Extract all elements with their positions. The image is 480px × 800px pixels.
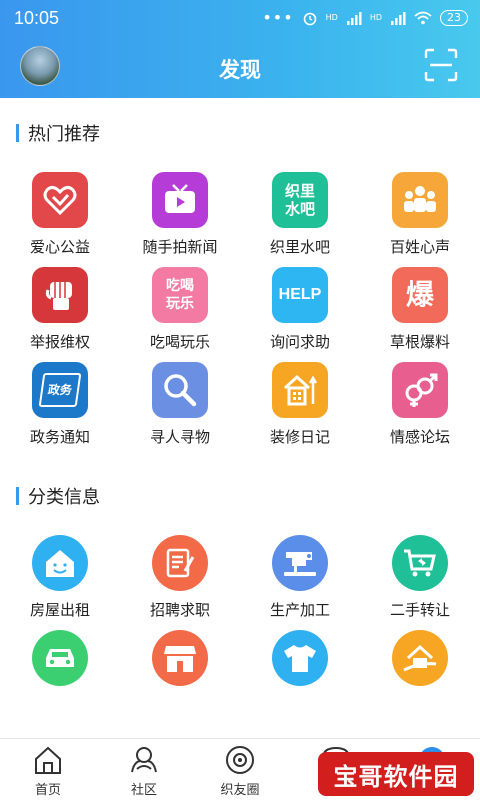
house-smile-icon bbox=[32, 535, 88, 591]
classified-item-ershou[interactable]: 二手转让 bbox=[360, 535, 480, 627]
tv-play-icon bbox=[152, 172, 208, 228]
item-label: 二手转让 bbox=[389, 601, 450, 619]
item-label: 房屋出租 bbox=[29, 601, 90, 619]
hot-item-jubao[interactable]: 举报维权 bbox=[0, 267, 120, 359]
battery-indicator: 23 bbox=[440, 9, 468, 26]
tile-text-zhengwu: 政务 bbox=[47, 383, 73, 397]
hot-item-zhuangxiu[interactable]: 装修日记 bbox=[240, 362, 360, 454]
tab-label: 首页 bbox=[34, 783, 61, 798]
section-marker bbox=[16, 487, 19, 505]
hot-item-chihe[interactable]: 吃喝 玩乐 吃喝玩乐 bbox=[120, 267, 240, 359]
system-icons: ••• HD HD 23 bbox=[262, 8, 468, 27]
hot-item-caogen[interactable]: 爆 草根爆料 bbox=[360, 267, 480, 359]
signal-icon-2 bbox=[391, 11, 406, 25]
tile-text-line-1: 织里 bbox=[284, 182, 315, 200]
resume-icon bbox=[152, 535, 208, 591]
signal-icon bbox=[346, 11, 362, 25]
tab-community[interactable]: 社区 bbox=[96, 739, 192, 800]
signal-label-1: HD bbox=[325, 13, 338, 22]
help-icon: HELP bbox=[272, 267, 328, 323]
hot-item-xunwen[interactable]: HELP 询问求助 bbox=[240, 267, 360, 359]
item-label: 随手拍新闻 bbox=[142, 238, 218, 256]
magnifier-icon bbox=[152, 362, 208, 418]
fist-icon bbox=[32, 267, 88, 323]
classified-item-shirt[interactable] bbox=[240, 630, 360, 722]
crowd-icon bbox=[392, 172, 448, 228]
classified-item-shengchan[interactable]: 生产加工 bbox=[240, 535, 360, 627]
section-hot-title: 热门推荐 bbox=[16, 120, 100, 146]
item-label: 生产加工 bbox=[269, 601, 330, 619]
tile-text-line-2: 水吧 bbox=[284, 200, 315, 218]
classified-item-car[interactable] bbox=[0, 630, 120, 722]
item-label: 爱心公益 bbox=[29, 238, 90, 256]
tile-text-help: HELP bbox=[278, 286, 322, 303]
item-label: 寻人寻物 bbox=[149, 428, 210, 446]
wifi-icon bbox=[414, 11, 432, 24]
hot-item-suishoupai[interactable]: 随手拍新闻 bbox=[120, 172, 240, 264]
section-classified-label: 分类信息 bbox=[28, 487, 100, 508]
item-label: 草根爆料 bbox=[389, 333, 450, 351]
item-label: 织里水吧 bbox=[269, 238, 330, 256]
item-label: 询问求助 bbox=[269, 333, 330, 351]
item-label: 举报维权 bbox=[29, 333, 90, 351]
house-chart-icon bbox=[272, 362, 328, 418]
classified-item-shop[interactable] bbox=[120, 630, 240, 722]
hot-item-baixing[interactable]: 百姓心声 bbox=[360, 172, 480, 264]
scan-icon[interactable] bbox=[424, 48, 458, 82]
signal-label-2: HD bbox=[369, 13, 382, 22]
shirt-icon bbox=[272, 630, 328, 686]
hot-item-aixin[interactable]: 爱心公益 bbox=[0, 172, 120, 264]
item-label: 招聘求职 bbox=[149, 601, 210, 619]
tab-label: 织友圈 bbox=[220, 783, 260, 798]
alarm-icon bbox=[303, 12, 316, 25]
hot-item-zhilishuiba[interactable]: 织里 水吧 织里水吧 bbox=[240, 172, 360, 264]
hot-item-zhengwu[interactable]: 政务 政务通知 bbox=[0, 362, 120, 454]
government-icon: 政务 bbox=[32, 362, 88, 418]
text-logo-icon: 织里 水吧 bbox=[272, 172, 328, 228]
item-label: 百姓心声 bbox=[389, 238, 450, 256]
section-hot-label: 热门推荐 bbox=[28, 124, 100, 145]
watermark-logo: 宝哥软件园 bbox=[318, 752, 474, 796]
hot-item-xunren[interactable]: 寻人寻物 bbox=[120, 362, 240, 454]
page-title: 发现 bbox=[219, 58, 261, 82]
status-bar: 10:05 ••• HD HD 23 bbox=[0, 0, 480, 36]
home-icon bbox=[35, 746, 61, 774]
car-icon bbox=[32, 630, 88, 686]
section-classified-title: 分类信息 bbox=[16, 483, 100, 509]
camera-circle-icon bbox=[226, 746, 254, 774]
section-marker bbox=[16, 124, 19, 142]
heart-hands-icon bbox=[32, 172, 88, 228]
tile-text-line-1: 吃喝 bbox=[166, 278, 194, 294]
sewing-machine-icon bbox=[272, 535, 328, 591]
classified-item-zhaopin[interactable]: 招聘求职 bbox=[120, 535, 240, 627]
notification-dots: ••• bbox=[262, 8, 294, 27]
text-logo-icon: 吃喝 玩乐 bbox=[152, 267, 208, 323]
item-label: 情感论坛 bbox=[389, 428, 450, 446]
gender-icon bbox=[392, 362, 448, 418]
cart-icon bbox=[392, 535, 448, 591]
tile-text-line-2: 玩乐 bbox=[166, 296, 194, 312]
tab-home[interactable]: 首页 bbox=[0, 739, 96, 800]
status-time: 10:05 bbox=[14, 8, 60, 28]
classified-item-fangwu[interactable]: 房屋出租 bbox=[0, 535, 120, 627]
community-icon bbox=[131, 747, 157, 773]
house-arrow-icon bbox=[392, 630, 448, 686]
text-logo-icon: 爆 bbox=[392, 267, 448, 323]
classified-item-house-arrow[interactable] bbox=[360, 630, 480, 722]
item-label: 吃喝玩乐 bbox=[149, 333, 210, 351]
tile-text-bao: 爆 bbox=[405, 278, 434, 311]
header-bar: 10:05 ••• HD HD 23 发现 bbox=[0, 0, 480, 98]
hot-item-qinggan[interactable]: 情感论坛 bbox=[360, 362, 480, 454]
tab-zhiyouquan[interactable]: 织友圈 bbox=[192, 739, 288, 800]
shop-icon bbox=[152, 630, 208, 686]
tab-label: 社区 bbox=[130, 783, 157, 798]
item-label: 装修日记 bbox=[269, 428, 330, 446]
item-label: 政务通知 bbox=[29, 428, 90, 446]
